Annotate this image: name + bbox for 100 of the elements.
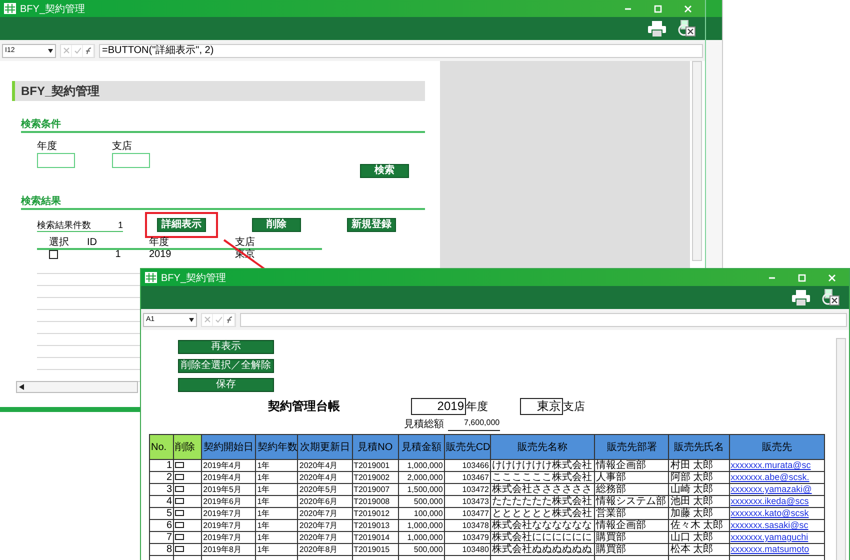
checkbox[interactable] — [175, 462, 184, 468]
table-cell: 情報システム部 — [594, 496, 669, 508]
column-header: 販売先氏名 — [668, 434, 730, 460]
table-cell: 株式会社ぬぬぬぬぬぬ — [490, 544, 595, 556]
checkbox[interactable] — [175, 510, 184, 516]
table-cell: 500,000 — [398, 544, 444, 556]
table-cell: 阿部 太郎 — [668, 472, 730, 484]
window-title: BFY_契約管理 — [20, 2, 86, 16]
branch-label: 支店 — [563, 400, 585, 414]
column-header: 選択 — [48, 238, 70, 248]
horizontal-scrollbar[interactable] — [16, 381, 138, 393]
column-header: ID — [87, 238, 98, 248]
table-cell: 1年 — [256, 496, 298, 508]
table-cell-text: 2019 — [149, 250, 172, 262]
table-cell: とととととと株式会社 — [490, 508, 595, 520]
table-cell: 松本 太郎 — [668, 544, 730, 556]
table-cell: 営業部 — [594, 508, 669, 520]
table-cell: 2020年6月 — [298, 496, 352, 508]
table-cell: 2019年6月 — [202, 496, 256, 508]
checkbox[interactable] — [175, 498, 184, 504]
column-header: 販売先CD — [444, 434, 490, 460]
function-icon[interactable] — [83, 44, 94, 56]
input-field[interactable] — [112, 153, 150, 168]
table-cell: T2019015 — [352, 544, 398, 556]
checkbox[interactable] — [175, 534, 184, 540]
checkbox[interactable] — [175, 522, 184, 528]
table-cell: T2019008 — [352, 496, 398, 508]
table-cell: 3 — [150, 484, 174, 496]
table-cell: 2019年7月 — [202, 508, 256, 520]
column-header: 販売先 — [729, 434, 824, 460]
table-cell: 1年 — [256, 484, 298, 496]
table-cell: 1年 — [256, 520, 298, 532]
excel-export-icon[interactable] — [677, 20, 697, 38]
table-cell: 8 — [150, 544, 174, 556]
table-cell: 2019年7月 — [202, 532, 256, 544]
table-cell: T2019012 — [352, 508, 398, 520]
table-cell: たたたたたた株式会社 — [490, 496, 595, 508]
action-button[interactable]: 削除 — [252, 218, 301, 232]
table-cell: 加藤 太郎 — [668, 508, 730, 520]
table-cell: 1,000,000 — [398, 460, 444, 472]
vertical-scrollbar[interactable] — [692, 61, 702, 261]
column-header: 見積金額 — [398, 434, 444, 460]
table-cell: T2019013 — [352, 520, 398, 532]
scroll-left-icon[interactable] — [17, 383, 25, 391]
table-cell: 情報企画部 — [594, 460, 669, 472]
table-cell: 103479 — [444, 532, 490, 544]
search-button[interactable]: 検索 — [360, 164, 409, 178]
action-button[interactable]: 新規登録 — [347, 218, 396, 232]
action-button[interactable]: 保存 — [178, 378, 274, 392]
window-title: BFY_契約管理 — [161, 272, 226, 284]
table-cell: 1年 — [256, 544, 298, 556]
table-cell: 2019年4月 — [202, 472, 256, 484]
table-cell: 1 — [150, 460, 174, 472]
table-cell: 山口 太郎 — [668, 532, 730, 544]
input-field[interactable] — [37, 153, 75, 168]
printer-icon[interactable] — [647, 20, 667, 38]
app-grid-icon — [4, 3, 16, 14]
table-cell: 2019年4月 — [202, 460, 256, 472]
year-field[interactable]: 2019 — [411, 398, 466, 415]
table-cell: 1,500,000 — [398, 484, 444, 496]
table-cell: 池田 太郎 — [668, 496, 730, 508]
table-cell: 500,000 — [398, 496, 444, 508]
vertical-scrollbar[interactable] — [836, 338, 846, 560]
checkbox[interactable] — [175, 546, 184, 552]
table-cell: 4 — [150, 496, 174, 508]
table-cell: 株式会社なななななな — [490, 520, 595, 532]
table-cell: 村田 太郎 — [668, 460, 730, 472]
checkbox[interactable] — [49, 250, 58, 259]
excel-export-icon[interactable] — [821, 288, 841, 306]
app-grid-icon — [145, 272, 157, 283]
table-cell: T2019014 — [352, 532, 398, 544]
count-value: 1 — [118, 218, 123, 230]
table-cell: ここここここ株式会社 — [490, 472, 595, 484]
action-button[interactable]: 詳細表示 — [157, 218, 206, 232]
checkbox[interactable] — [175, 474, 184, 480]
column-header: 削除 — [174, 434, 202, 460]
function-icon[interactable] — [224, 314, 235, 326]
table-cell: 総務部 — [594, 484, 669, 496]
table-cell: 103467 — [444, 472, 490, 484]
table-cell: 2020年7月 — [298, 520, 352, 532]
table-cell: 103478 — [444, 520, 490, 532]
check-icon[interactable] — [72, 44, 83, 56]
table-cell: 2020年4月 — [298, 460, 352, 472]
formula-field[interactable]: =BUTTON("詳細表示", 2) — [99, 44, 703, 58]
ledger-title: 契約管理台帳 — [268, 398, 341, 415]
column-header: No. — [150, 434, 174, 460]
table-cell: 2,000,000 — [398, 472, 444, 484]
action-button[interactable]: 削除全選択／全解除 — [178, 359, 274, 373]
dropdown-caret-icon — [189, 318, 194, 322]
column-header: 年度 — [149, 238, 170, 248]
table-cell: 購買部 — [594, 532, 669, 544]
action-button[interactable]: 再表示 — [178, 340, 274, 354]
table-cell: 103472 — [444, 484, 490, 496]
table-cell: 2020年7月 — [298, 508, 352, 520]
formula-field[interactable] — [240, 312, 847, 326]
check-icon[interactable] — [213, 314, 224, 326]
printer-icon[interactable] — [791, 288, 811, 306]
dropdown-caret-icon — [48, 48, 53, 52]
checkbox[interactable] — [175, 486, 184, 492]
branch-field[interactable]: 東京 — [520, 398, 563, 415]
